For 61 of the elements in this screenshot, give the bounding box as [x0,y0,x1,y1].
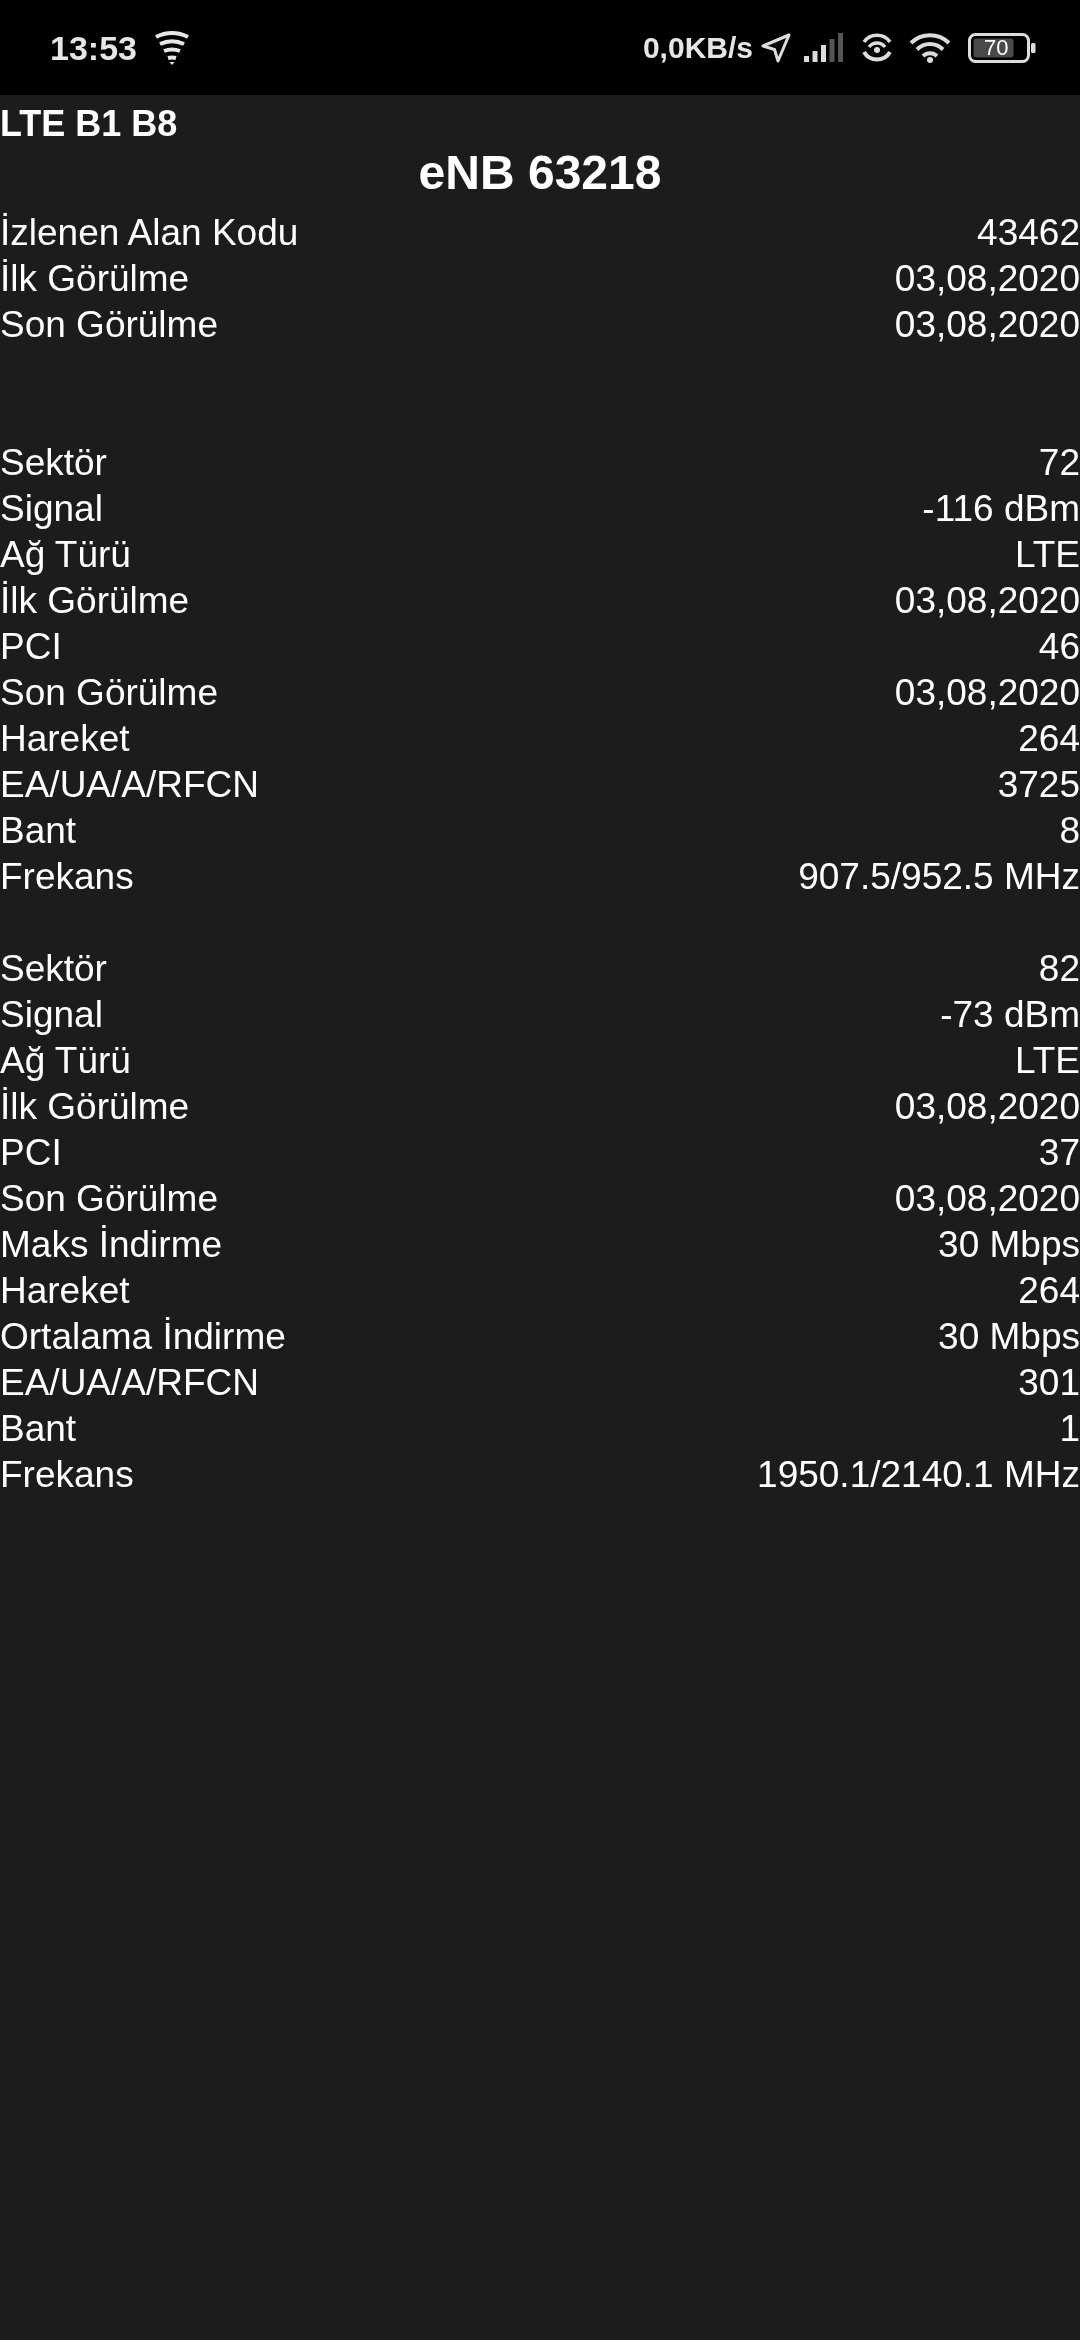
row-value: 46 [1038,625,1080,669]
row-label: Son Görülme [0,671,218,715]
row-label: PCI [0,625,62,669]
row-value: -116 dBm [922,487,1080,531]
row-value: 72 [1038,441,1080,485]
wifi-icon [153,30,190,65]
band-list: LTE B1 B8 [0,101,178,147]
row-value: 1950.1/2140.1 MHz [757,1453,1080,1497]
wifi-icon [909,32,951,63]
row-value: 03,08,2020 [894,303,1080,347]
battery-icon [968,32,1036,63]
row-label: İlk Görülme [0,579,190,623]
row-label: Sektör [0,947,107,991]
row-value: LTE [1014,533,1080,577]
row-value: 03,08,2020 [894,1177,1080,1221]
row-value: 8 [1059,809,1080,853]
row-label: Bant [0,809,77,853]
row-label: İlk Görülme [0,1085,190,1129]
row-label: Ağ Türü [0,533,131,577]
row-label: Signal [0,487,103,531]
row-value: 43462 [977,211,1080,255]
row-label: Signal [0,993,103,1037]
hotspot-icon [861,32,893,63]
row-value: 264 [1018,717,1080,761]
row-value: -73 dBm [940,993,1080,1037]
row-value: 03,08,2020 [894,257,1080,301]
clock-time: 13:53 [50,27,137,68]
row-label: İlk Görülme [0,257,190,301]
row-label: Ortalama İndirme [0,1315,286,1359]
row-value: 82 [1038,947,1080,991]
row-value: 03,08,2020 [894,579,1080,623]
row-label: Bant [0,1407,77,1451]
row-value: 907.5/952.5 MHz [798,855,1080,899]
row-value: 301 [1018,1361,1080,1405]
row-label: Son Görülme [0,1177,218,1221]
battery-percent: 70 [984,35,1009,60]
navigation-arrow-icon [761,32,791,63]
row-value: 3725 [997,763,1080,807]
row-value: 37 [1038,1131,1080,1175]
row-value: 03,08,2020 [894,1085,1080,1129]
row-value: 30 Mbps [938,1223,1080,1267]
row-value: 30 Mbps [938,1315,1080,1359]
row-label: Frekans [0,1453,134,1497]
row-label: İzlenen Alan Kodu [0,211,299,255]
row-label: EA/UA/A/RFCN [0,763,260,807]
row-label: Hareket [0,717,130,761]
row-label: Frekans [0,855,134,899]
network-speed: 0,0KB/s [642,29,753,66]
row-label: PCI [0,1131,62,1175]
row-label: Maks İndirme [0,1223,223,1267]
row-label: Hareket [0,1269,130,1313]
signal-bars-icon [804,33,844,62]
row-label: Ağ Türü [0,1039,131,1083]
cell-title: eNB 63218 [418,147,662,199]
row-value: 264 [1018,1269,1080,1313]
row-label: Son Görülme [0,303,218,347]
row-label: Sektör [0,441,107,485]
row-value: 1 [1059,1407,1080,1451]
row-value: 03,08,2020 [894,671,1080,715]
row-label: EA/UA/A/RFCN [0,1361,260,1405]
row-value: LTE [1014,1039,1080,1083]
